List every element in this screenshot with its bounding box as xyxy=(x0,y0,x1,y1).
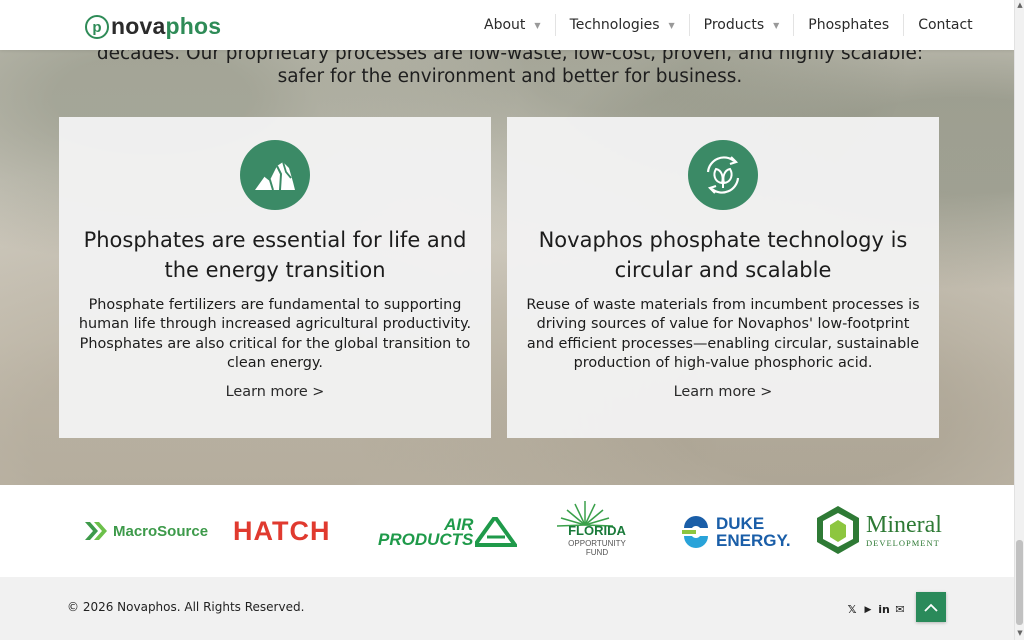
nav-label: Phosphates xyxy=(808,17,890,33)
site-header: p novaphos About ▼ Technologies ▼ Products… xyxy=(0,0,1014,50)
mineral-development-mark-icon xyxy=(817,506,859,554)
air-products-line2: PRODUCTS xyxy=(378,530,474,549)
nav-label: Technologies xyxy=(569,17,660,33)
duke-energy-logo: DUKE ENERGY. xyxy=(680,515,791,549)
scrollbar-thumb[interactable] xyxy=(1016,540,1023,625)
card-title: Phosphates are essential for life and th… xyxy=(83,228,467,282)
duke-energy-mark-icon xyxy=(682,516,708,548)
mineral-text: Mineral xyxy=(866,511,942,538)
recycle-leaf-icon xyxy=(688,140,758,210)
partner-logos: MacroSource HATCH AIR PRODUCTS FLORIDA O… xyxy=(0,485,1014,577)
nav-label: Contact xyxy=(918,17,973,33)
chevron-down-icon: ▼ xyxy=(773,20,780,30)
mineral-development-logo: Mineral DEVELOPMENT xyxy=(816,505,942,555)
florida-opportunity-fund-logo: FLORIDA OPPORTUNITY FUND xyxy=(547,501,647,561)
back-to-top-button[interactable] xyxy=(916,592,946,622)
florida-text: FLORIDA xyxy=(568,523,626,538)
development-text: DEVELOPMENT xyxy=(866,537,940,548)
copyright: © 2026 Novaphos. All Rights Reserved. xyxy=(67,600,305,614)
learn-more-link[interactable]: Learn more > xyxy=(226,384,325,400)
linkedin-icon[interactable]: in xyxy=(878,603,890,616)
youtube-icon[interactable]: ▶ xyxy=(862,605,874,615)
logo[interactable]: p novaphos xyxy=(85,13,221,40)
card-title: Novaphos phosphate technology is circula… xyxy=(538,228,908,282)
nav-item-phosphates[interactable]: Phosphates xyxy=(794,0,903,50)
macrosource-mark-icon xyxy=(85,522,107,540)
card-body: Phosphate fertilizers are fundamental to… xyxy=(78,297,472,371)
hatch-text: HATCH xyxy=(233,516,331,546)
macrosource-logo: MacroSource xyxy=(85,520,208,542)
logo-wordmark-nova: nova xyxy=(111,13,166,39)
florida-fund-text: FUND xyxy=(586,548,608,557)
air-products-logo: AIR PRODUCTS xyxy=(378,516,518,549)
social-links: 𝕏 ▶ in ✉ xyxy=(846,603,906,616)
air-products-mark-icon xyxy=(475,517,518,547)
page-scrollbar[interactable]: ▲ ▼ xyxy=(1014,0,1024,640)
learn-more-link[interactable]: Learn more > xyxy=(674,384,773,400)
duke-energy-line2: ENERGY. xyxy=(716,531,791,550)
nav-label: About xyxy=(484,17,526,33)
scroll-down-arrow-icon[interactable]: ▼ xyxy=(1016,629,1024,639)
info-card-technology: Novaphos phosphate technology is circula… xyxy=(507,117,939,438)
site-footer: © 2026 Novaphos. All Rights Reserved. 𝕏 … xyxy=(0,577,1014,640)
main-nav: About ▼ Technologies ▼ Products ▼ Phosphate… xyxy=(470,0,987,50)
duke-energy-text: DUKE ENERGY. xyxy=(716,515,791,549)
nav-label: Products xyxy=(703,17,765,33)
air-products-text: AIR PRODUCTS xyxy=(378,516,474,549)
mineral-development-text: Mineral DEVELOPMENT xyxy=(866,513,942,548)
chevron-down-icon: ▼ xyxy=(534,20,541,30)
nav-item-contact[interactable]: Contact xyxy=(904,0,986,50)
chevron-up-icon xyxy=(924,603,938,612)
hatch-logo: HATCH xyxy=(233,516,330,547)
info-card-phosphates: Phosphates are essential for life and th… xyxy=(59,117,491,438)
florida-opportunity-text: OPPORTUNITY xyxy=(568,539,626,548)
logo-mark-icon: p xyxy=(85,14,109,39)
hero-text-line2: safer for the environment and better for… xyxy=(277,66,743,87)
duke-energy-line1: DUKE xyxy=(716,514,765,533)
logo-wordmark-phos: phos xyxy=(165,13,222,39)
nav-item-products[interactable]: Products ▼ xyxy=(690,0,794,50)
x-icon[interactable]: 𝕏 xyxy=(846,603,858,616)
logo-mark-letter: p xyxy=(92,18,102,36)
logo-wordmark: novaphos xyxy=(111,13,221,40)
nav-item-technologies[interactable]: Technologies ▼ xyxy=(556,0,689,50)
chevron-down-icon: ▼ xyxy=(668,20,675,30)
card-body: Reuse of waste materials from incumbent … xyxy=(526,297,920,371)
email-icon[interactable]: ✉ xyxy=(894,603,906,616)
macrosource-text: MacroSource xyxy=(113,522,209,540)
scroll-up-arrow-icon[interactable]: ▲ xyxy=(1016,1,1024,11)
nav-item-about[interactable]: About ▼ xyxy=(470,0,555,50)
mountain-icon xyxy=(240,140,310,210)
